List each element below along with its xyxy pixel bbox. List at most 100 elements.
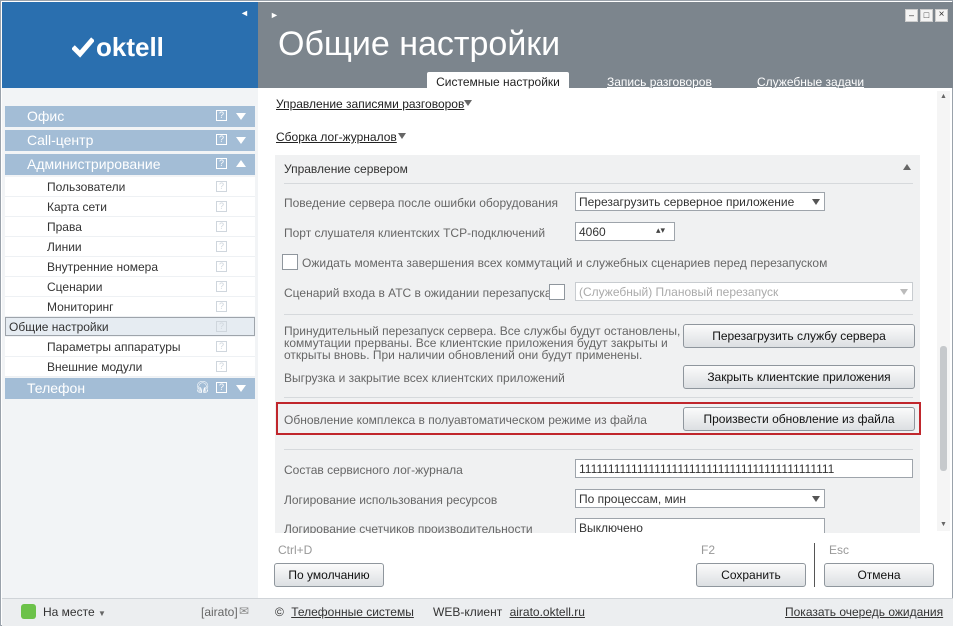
- chevron-down-icon[interactable]: [900, 289, 908, 295]
- help-icon[interactable]: ?: [216, 321, 227, 332]
- close-clients-button[interactable]: Закрыть клиентские приложения: [683, 365, 915, 389]
- row-label: Выгрузка и закрытие всех клиентских прил…: [284, 371, 565, 385]
- section-title: Управление сервером: [284, 162, 408, 176]
- sidebar-item-label: Параметры аппаратуры: [47, 340, 181, 354]
- expand-right-icon[interactable]: ►: [270, 10, 279, 20]
- link-recording-management[interactable]: Управление записями разговоров: [276, 97, 464, 111]
- spinner-arrows-icon[interactable]: ▴▾: [656, 225, 665, 236]
- help-icon[interactable]: ?: [216, 221, 227, 232]
- sidebar-item-label: Общие настройки: [9, 320, 109, 334]
- help-icon[interactable]: ?: [216, 261, 227, 272]
- input-value: 4060: [579, 225, 606, 239]
- maximize-button[interactable]: □: [920, 9, 933, 22]
- tab-service-tasks[interactable]: Служебные задачи: [757, 75, 864, 89]
- sidebar-item-label: Пользователи: [47, 180, 126, 194]
- headset-icon[interactable]: 🎧︎: [195, 380, 210, 394]
- help-icon[interactable]: ?: [216, 301, 227, 312]
- expand-icon[interactable]: [464, 100, 472, 106]
- logo-text: oktell: [96, 31, 164, 62]
- web-client-label: WEB-клиент: [433, 605, 503, 619]
- page-title: Общие настройки: [278, 25, 561, 63]
- chevron-down-icon[interactable]: [812, 199, 820, 205]
- scroll-down-icon[interactable]: ▼: [940, 521, 947, 528]
- collapse-left-icon[interactable]: ◄: [240, 8, 249, 18]
- tab-label: Служебные задачи: [757, 75, 865, 89]
- mail-icon[interactable]: ✉: [239, 604, 249, 618]
- help-icon[interactable]: ?: [216, 281, 227, 292]
- row-label: Порт слушателя клиентских TCP-подключени…: [284, 226, 546, 240]
- help-icon[interactable]: ?: [216, 361, 227, 372]
- scenario-checkbox[interactable]: [549, 284, 565, 300]
- collapse-icon[interactable]: [236, 160, 246, 167]
- select-value: (Служебный) Плановый перезапуск: [579, 285, 779, 299]
- help-icon[interactable]: ?: [216, 241, 227, 252]
- default-button[interactable]: По умолчанию: [274, 563, 384, 587]
- status-select[interactable]: На месте ▼: [43, 605, 106, 619]
- log-composition-input[interactable]: 1111111111111111111111111111111111111111…: [575, 459, 913, 478]
- user-login: [airato]: [201, 605, 238, 619]
- divider: [284, 314, 913, 315]
- sidebar-item-label: Линии: [47, 240, 82, 254]
- expand-icon[interactable]: [236, 385, 246, 392]
- tab-call-recording[interactable]: Запись разговоров: [607, 75, 712, 89]
- status-text: На месте: [43, 605, 95, 619]
- cancel-button[interactable]: Отмена: [824, 563, 934, 587]
- expand-icon[interactable]: [236, 137, 246, 144]
- chevron-down-icon[interactable]: [812, 496, 820, 502]
- sidebar-item-label: Карта сети: [47, 200, 107, 214]
- web-client-link[interactable]: airato.oktell.ru: [510, 605, 585, 619]
- scroll-thumb[interactable]: [940, 346, 947, 471]
- divider: [814, 543, 815, 587]
- wait-checkbox[interactable]: [282, 254, 298, 270]
- restart-server-button[interactable]: Перезагрузить службу сервера: [683, 324, 915, 348]
- restart-scenario-select[interactable]: (Служебный) Плановый перезапуск: [575, 282, 913, 301]
- chevron-down-icon: ▼: [97, 609, 106, 618]
- sidebar-item-label: Внутренние номера: [47, 260, 159, 274]
- hardware-error-select[interactable]: Перезагрузить серверное приложение: [575, 192, 825, 211]
- resource-logging-select[interactable]: По процессам, мин: [575, 489, 825, 508]
- vertical-scrollbar[interactable]: ▲ ▼: [937, 91, 950, 531]
- save-shortcut: F2: [701, 543, 716, 557]
- sidebar-item-label: Внешние модули: [47, 360, 143, 374]
- logo: oktell: [72, 32, 164, 62]
- help-icon[interactable]: ?: [216, 134, 227, 145]
- tab-label: Запись разговоров: [607, 75, 712, 89]
- save-button[interactable]: Сохранить: [696, 563, 806, 587]
- help-icon[interactable]: ?: [216, 201, 227, 212]
- copyright-symbol: ©: [275, 605, 284, 619]
- scroll-up-icon[interactable]: ▲: [940, 93, 947, 100]
- sidebar-item-label: Права: [47, 220, 82, 234]
- row-label: Сценарий входа в АТС в ожидании перезапу…: [284, 286, 552, 300]
- logo-mark-icon: [72, 37, 94, 58]
- help-icon[interactable]: ?: [216, 110, 227, 121]
- link-log-collection[interactable]: Сборка лог-журналов: [276, 130, 397, 144]
- sidebar-item-label: Сценарии: [47, 280, 103, 294]
- expand-icon[interactable]: [236, 113, 246, 120]
- copyright: © Телефонные системы: [275, 605, 414, 619]
- select-value: Перезагрузить серверное приложение: [579, 195, 795, 209]
- row-label: Состав сервисного лог-журнала: [284, 463, 463, 477]
- perf-logging-select[interactable]: Выключено: [575, 518, 825, 533]
- expand-icon[interactable]: [398, 133, 406, 139]
- app-window: ◄ oktell Офис ? Call-центр ? Администрир…: [0, 0, 953, 626]
- minimize-button[interactable]: –: [905, 9, 918, 22]
- row-label: Логирование использования ресурсов: [284, 493, 498, 507]
- update-from-file-button[interactable]: Произвести обновление из файла: [683, 407, 915, 431]
- divider: [284, 449, 913, 450]
- help-icon[interactable]: ?: [216, 382, 227, 393]
- show-queue-link[interactable]: Показать очередь ожидания: [785, 605, 943, 619]
- restart-description-line: открыты вновь. При наличии обновлений он…: [284, 348, 643, 362]
- close-button[interactable]: ×: [935, 9, 948, 22]
- help-icon[interactable]: ?: [216, 181, 227, 192]
- clipped-row: Логирование счетчиков производительности…: [275, 517, 920, 533]
- status-indicator-icon[interactable]: [21, 604, 36, 619]
- help-icon[interactable]: ?: [216, 341, 227, 352]
- status-bar: На месте ▼ [airato] ✉ © Телефонные систе…: [2, 598, 953, 626]
- nav-phone-label: Телефон: [27, 380, 86, 396]
- collapse-icon[interactable]: [903, 164, 911, 170]
- cancel-shortcut: Esc: [829, 543, 850, 557]
- help-icon[interactable]: ?: [216, 158, 227, 169]
- tab-system-settings[interactable]: Системные настройки: [427, 72, 569, 92]
- company-link[interactable]: Телефонные системы: [291, 605, 414, 619]
- row-label: Логирование счетчиков производительности: [284, 522, 533, 533]
